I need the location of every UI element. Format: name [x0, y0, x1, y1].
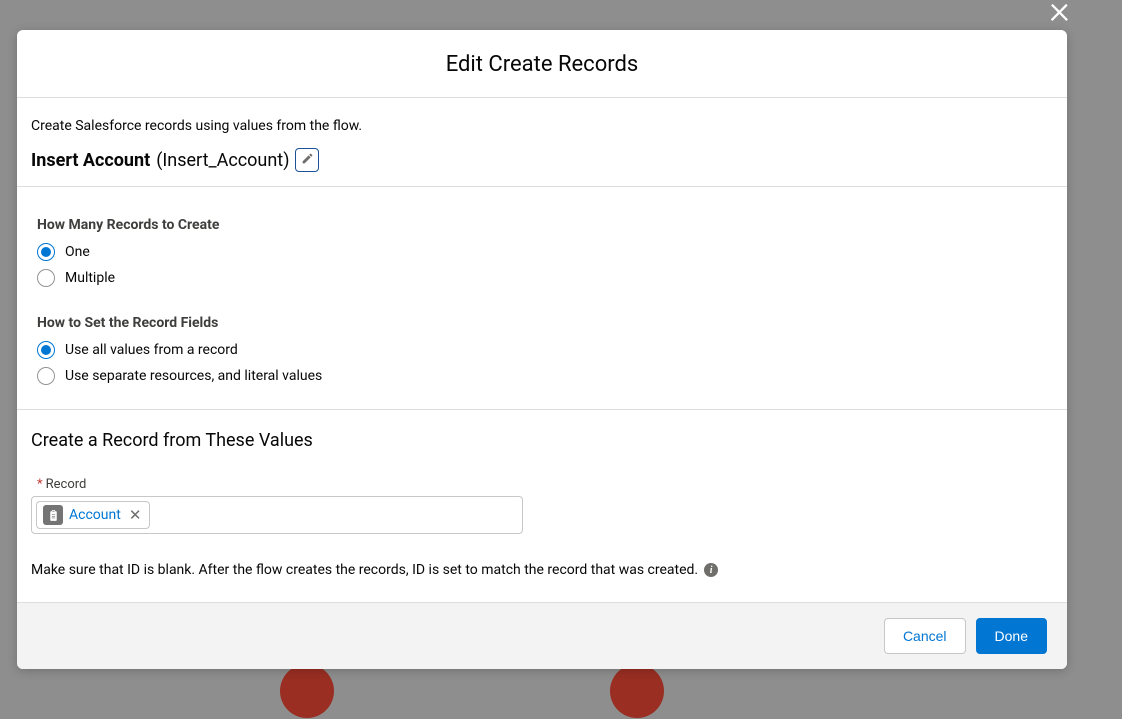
how-set-label: How to Set the Record Fields [37, 315, 1047, 331]
element-label: Insert Account [31, 150, 150, 171]
clipboard-icon [43, 505, 63, 525]
config-section: How Many Records to Create One Multiple … [17, 187, 1067, 410]
radio-icon [37, 269, 55, 287]
how-many-label: How Many Records to Create [37, 217, 1047, 233]
radio-separate-resources[interactable]: Use separate resources, and literal valu… [37, 367, 1047, 385]
info-icon[interactable]: i [704, 563, 718, 577]
intro-text: Create Salesforce records using values f… [31, 118, 1053, 134]
radio-one[interactable]: One [37, 243, 1047, 261]
radio-icon [37, 367, 55, 385]
modal-header: Edit Create Records [17, 30, 1067, 98]
done-button[interactable]: Done [976, 618, 1047, 654]
how-many-group: How Many Records to Create One Multiple [37, 217, 1047, 287]
pencil-icon [301, 152, 314, 168]
element-title-row: Insert Account (Insert_Account) [31, 148, 1053, 172]
radio-icon [37, 341, 55, 359]
record-label-text: Record [46, 477, 87, 492]
record-field-label: *Record [37, 477, 1053, 492]
edit-create-records-modal: Edit Create Records Create Salesforce re… [17, 30, 1067, 669]
radio-one-label: One [65, 244, 90, 260]
hint-row: Make sure that ID is blank. After the fl… [31, 562, 1053, 578]
hint-text: Make sure that ID is blank. After the fl… [31, 562, 698, 578]
cancel-button[interactable]: Cancel [884, 618, 966, 654]
radio-multiple-label: Multiple [65, 270, 115, 286]
intro-section: Create Salesforce records using values f… [17, 98, 1067, 187]
required-indicator: * [37, 477, 43, 492]
values-section: Create a Record from These Values *Recor… [17, 410, 1067, 602]
record-input[interactable]: Account ✕ [31, 496, 523, 534]
remove-pill-icon[interactable]: ✕ [127, 508, 144, 523]
radio-separate-label: Use separate resources, and literal valu… [65, 368, 322, 384]
background-decor [610, 664, 664, 718]
radio-all-values-label: Use all values from a record [65, 342, 238, 358]
radio-icon [37, 243, 55, 261]
record-pill: Account ✕ [36, 501, 150, 529]
modal-title: Edit Create Records [37, 52, 1047, 77]
radio-multiple[interactable]: Multiple [37, 269, 1047, 287]
close-icon[interactable]: × [1049, 0, 1070, 30]
radio-all-values[interactable]: Use all values from a record [37, 341, 1047, 359]
values-heading: Create a Record from These Values [31, 430, 1053, 451]
how-set-group: How to Set the Record Fields Use all val… [37, 315, 1047, 385]
modal-footer: Cancel Done [17, 602, 1067, 669]
element-api-name: (Insert_Account) [156, 150, 289, 171]
edit-label-button[interactable] [295, 148, 319, 172]
record-pill-text: Account [69, 507, 121, 523]
background-decor [280, 664, 334, 718]
